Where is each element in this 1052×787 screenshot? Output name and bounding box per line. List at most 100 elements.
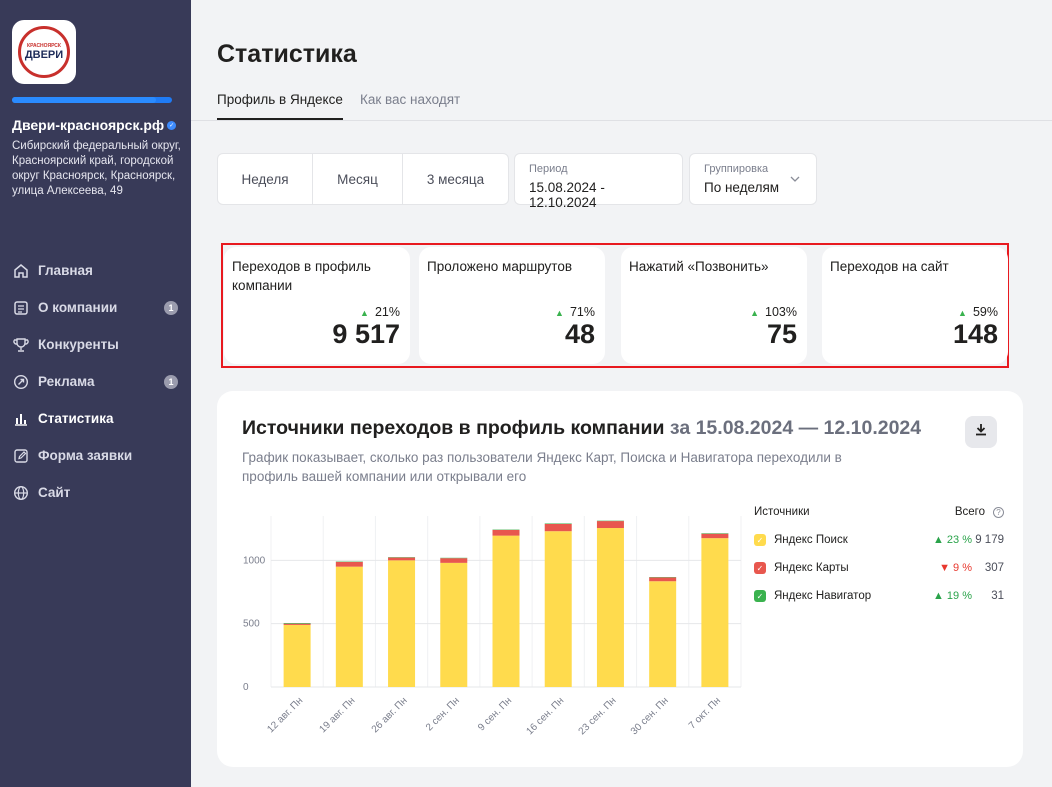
chart-bar [649,577,677,582]
logo-big-text: ДВЕРИ [24,49,64,61]
tab-how-found[interactable]: Как вас находят [360,92,460,120]
sidebar-item-label: Конкуренты [38,337,119,352]
kpi-value: 9 517 [332,319,400,349]
checkbox-checked-icon[interactable]: ✓ [754,590,766,602]
sidebar-item-label: Сайт [38,485,71,500]
kpi-card-routes[interactable]: Проложено маршрутов ▲ 71% 48 [419,247,605,364]
ad-icon [12,373,30,391]
sidebar-item-request-form[interactable]: Форма заявки [0,437,191,474]
chart-bar [335,566,363,687]
kpi-delta: ▲ 71% [555,305,595,319]
sidebar: КРАСНОЯРСК ДВЕРИ Двери-красноярск.рф ✓ С… [0,0,191,787]
legend-item-navigator[interactable]: ✓ Яндекс Навигатор ▲ 19 % 31 [754,582,1004,610]
company-info: Двери-красноярск.рф ✓ Сибирский федераль… [12,117,182,199]
y-tick-label: 500 [243,619,260,630]
legend-item-maps[interactable]: ✓ Яндекс Карты ▼ 9 % 307 [754,554,1004,582]
kpi-label: Переходов в профиль компании [232,259,371,293]
sidebar-item-label: Форма заявки [38,448,133,463]
kpi-value: 75 [766,319,797,349]
sidebar-item-label: Статистика [38,411,114,426]
period-date-field[interactable]: Период 15.08.2024 - 12.10.2024 [514,153,683,210]
help-icon[interactable]: ? [993,507,1004,518]
sidebar-item-label: Главная [38,263,93,278]
main-content: Статистика Профиль в Яндексе Как вас нах… [191,0,1052,787]
chart-bar [440,562,468,687]
chart-bar [492,529,520,536]
legend-item-search[interactable]: ✓ Яндекс Поиск ▲ 23 % 9 179 [754,526,1004,554]
arrow-up-icon: ▲ [555,308,564,318]
verified-icon: ✓ [167,120,177,130]
kpi-card-profile-visits[interactable]: Переходов в профиль компании ▲ 21% 9 517 [224,247,410,364]
sidebar-item-site[interactable]: Сайт [0,474,191,511]
chart-bar [701,533,729,539]
chart-bar [701,533,729,534]
arrow-up-icon: ▲ [750,308,760,318]
bar-chart-icon [12,410,30,428]
profile-progress-bar [12,97,172,103]
chart-bar [649,581,677,687]
checkbox-checked-icon[interactable]: ✓ [754,562,766,574]
kpi-label: Переходов на сайт [830,259,949,274]
kpi-value: 48 [564,319,595,349]
grouping-select[interactable]: Группировка По неделям [689,153,817,205]
chart-bar [283,623,311,625]
sources-card-subtitle: График показывает, сколько раз пользоват… [242,450,842,484]
profile-progress-fill [12,97,156,103]
period-3months-button[interactable]: 3 месяца [403,154,508,204]
chart-bar [492,535,520,687]
tab-bar: Профиль в Яндексе Как вас находят [191,86,1052,121]
chart-bar [388,560,416,687]
chart-bar [701,538,729,687]
sidebar-item-statistics[interactable]: Статистика [0,400,191,437]
sidebar-item-home[interactable]: Главная [0,252,191,289]
chart-bar [544,523,572,524]
x-tick-label: 30 сен. Пн [629,695,671,737]
tab-yandex-profile[interactable]: Профиль в Яндексе [217,92,343,120]
edit-icon [12,447,30,465]
period-label: Период [529,163,568,175]
company-logo[interactable]: КРАСНОЯРСК ДВЕРИ [12,20,76,84]
sidebar-item-label: Реклама [38,374,95,389]
trophy-icon [12,336,30,354]
sources-bar-chart: 0 500 1000 12 авг. Пн 19 авг. Пн 26 авг. Пн 2 … [243,516,742,737]
legend-item-delta: ▲ 23 % [932,534,972,546]
sidebar-item-about[interactable]: О компании 1 [0,289,191,326]
logo-emblem: КРАСНОЯРСК ДВЕРИ [18,26,70,78]
legend-item-total: 31 [991,590,1004,602]
legend-item-delta: ▼ 9 % [939,562,972,574]
legend-item-delta: ▲ 19 % [932,590,972,602]
period-week-button[interactable]: Неделя [218,154,313,204]
sidebar-item-competitors[interactable]: Конкуренты [0,326,191,363]
kpi-delta: ▲ 21% [360,305,400,319]
chart-bar [283,624,311,687]
kpi-card-site-visits[interactable]: Переходов на сайт ▲ 59% 148 [822,247,1008,364]
company-name-row[interactable]: Двери-красноярск.рф ✓ [12,117,182,133]
chart-bar [440,558,468,563]
x-tick-label: 26 авг. Пн [370,695,410,735]
sidebar-item-label: О компании [38,300,118,315]
page-title: Статистика [217,40,357,68]
kpi-value: 148 [952,319,998,349]
sidebar-item-ads[interactable]: Реклама 1 [0,363,191,400]
sources-card-title: Источники переходов в профиль компании з… [242,417,922,439]
notification-badge: 1 [164,374,178,389]
chart-bar [596,528,624,687]
download-button[interactable] [965,416,997,448]
x-tick-label: 19 авг. Пн [318,695,358,735]
download-icon [975,423,987,441]
x-tick-label: 2 сен. Пн [424,695,462,733]
kpi-card-calls[interactable]: Нажатий «Позвонить» ▲ 103% 75 [621,247,807,364]
chart-bar [544,531,572,687]
company-name: Двери-красноярск.рф [12,117,165,133]
y-tick-label: 0 [243,682,249,693]
sidebar-nav: Главная О компании 1 Конкуренты Реклама … [0,252,191,511]
x-tick-label: 12 авг. Пн [265,695,305,735]
legend-item-total: 9 179 [975,534,1004,546]
period-month-button[interactable]: Месяц [313,154,403,204]
grouping-value: По неделям [704,180,780,195]
date-range: за 15.08.2024 — 12.10.2024 [669,417,922,439]
checkbox-checked-icon[interactable]: ✓ [754,534,766,546]
x-tick-label: 7 окт. Пн [687,695,723,731]
period-value: 15.08.2024 - 12.10.2024 [529,180,605,210]
kpi-label: Проложено маршрутов [427,259,573,274]
